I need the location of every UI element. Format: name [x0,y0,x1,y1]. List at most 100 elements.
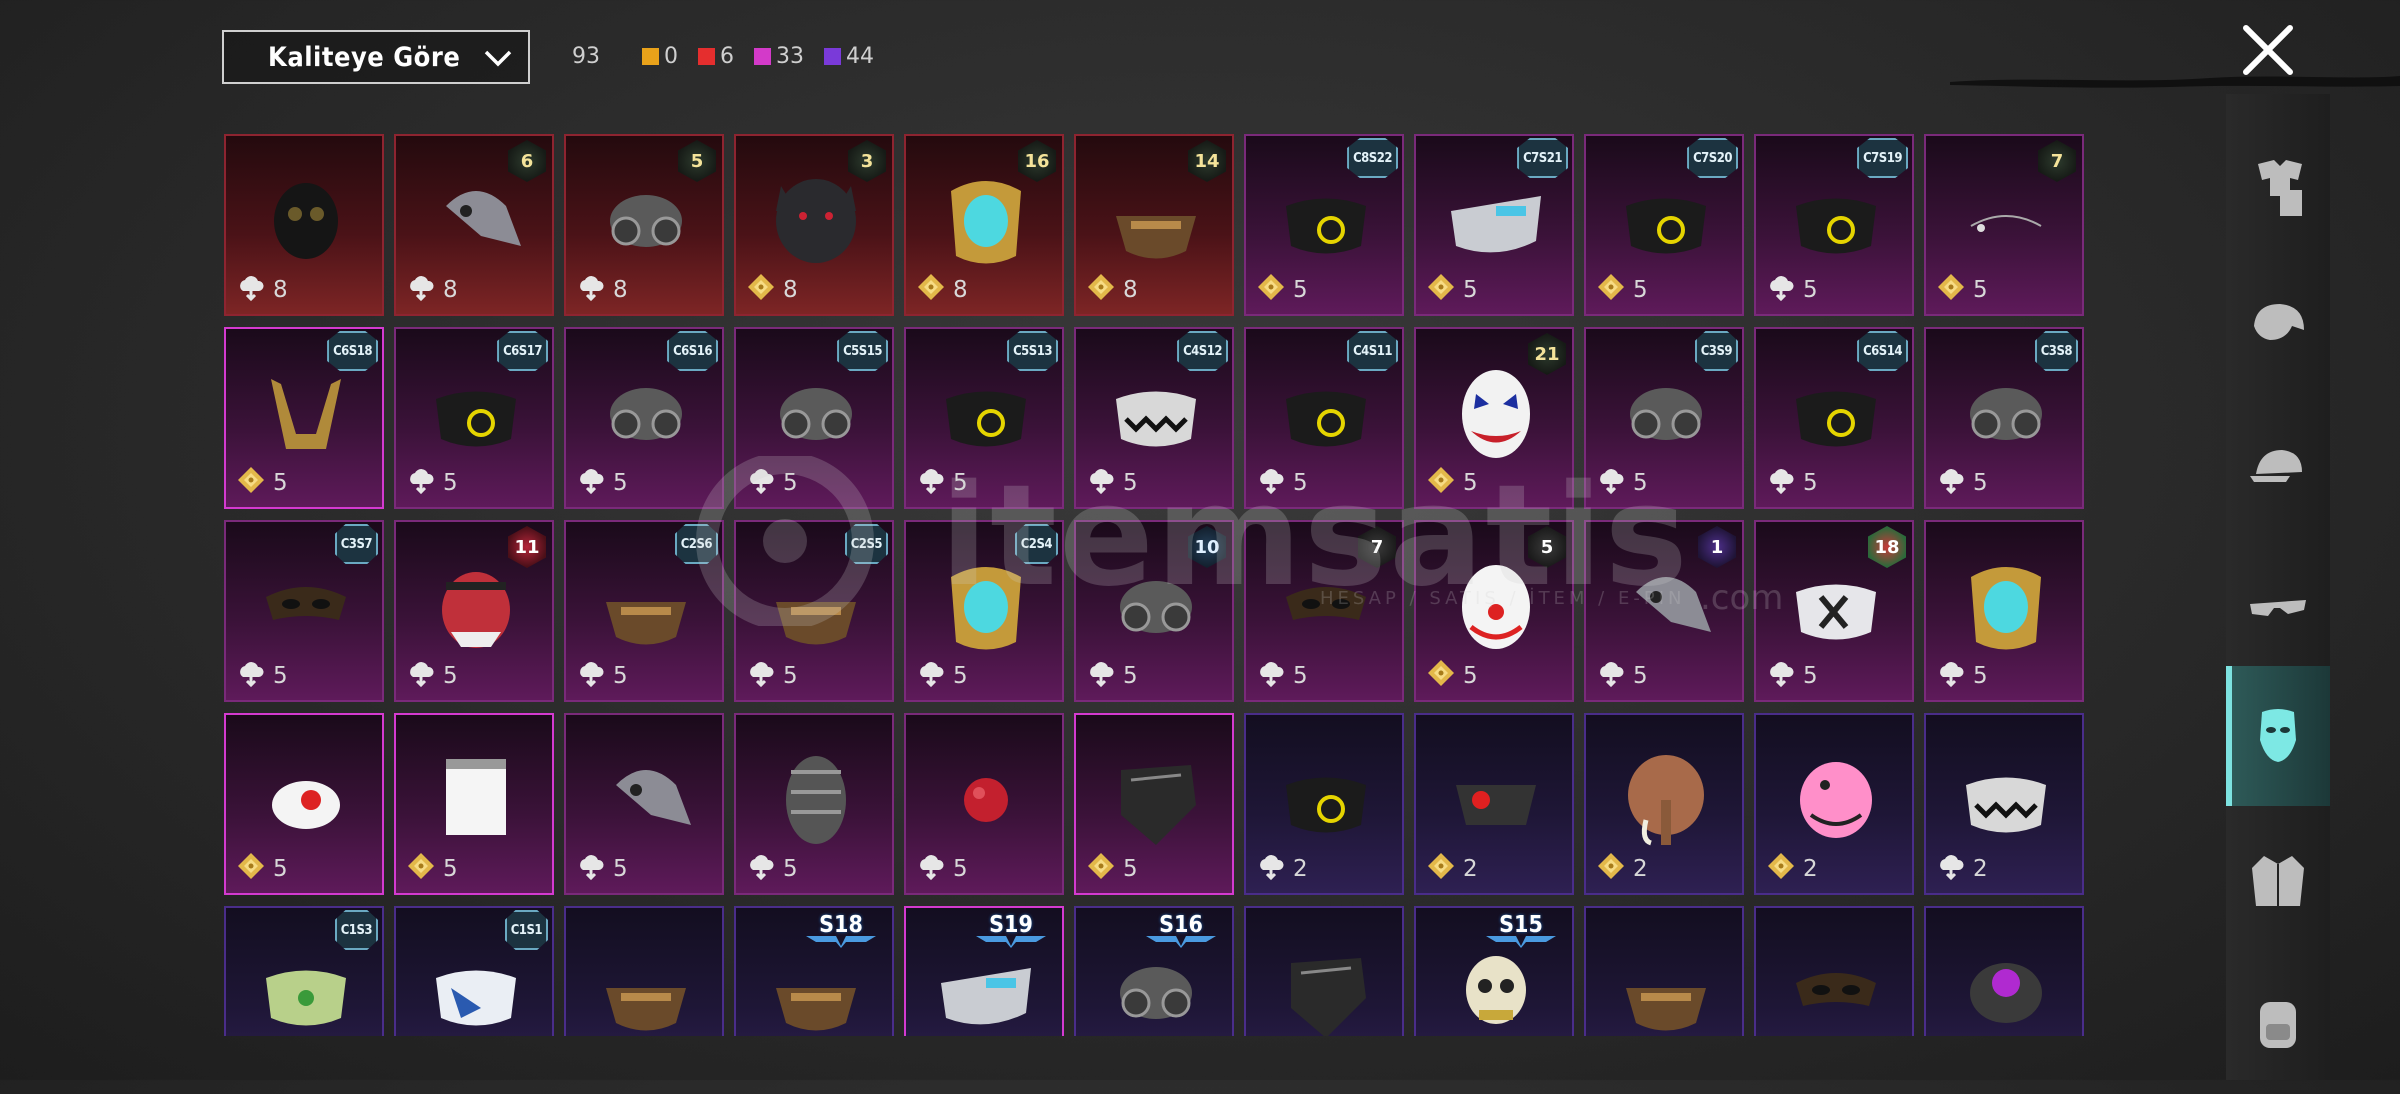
close-button[interactable] [2236,18,2300,82]
cloud-icon [1766,272,1796,308]
jacket-tab[interactable] [2226,814,2330,954]
diamond-icon [1426,851,1456,887]
item-card[interactable]: 38 [734,134,894,316]
face-mask-icon [946,391,1026,447]
item-card[interactable] [1584,906,1744,1036]
item-card[interactable]: 2 [1584,713,1744,895]
item-count: 5 [236,851,288,887]
chevron-down-icon [484,50,512,67]
item-card[interactable]: S19 [904,906,1064,1036]
item-card[interactable]: C3S8 5 [1924,327,2084,509]
backpack-tab[interactable] [2226,954,2330,1094]
gas-mask-icon [1970,388,2042,440]
season-badge: C2S6 [674,524,718,564]
item-card[interactable]: C4S12 5 [1074,327,1234,509]
item-count: 5 [406,851,458,887]
item-card[interactable]: C2S4 5 [904,520,1064,702]
item-card[interactable]: C1S3 [224,906,384,1036]
item-count-value: 5 [1293,663,1308,689]
item-card[interactable]: 18 5 [1754,520,1914,702]
item-card[interactable]: 58 [564,134,724,316]
category-sidebar [2226,94,2330,1080]
item-card[interactable]: 8 [224,134,384,316]
item-card[interactable]: 21 5 [1414,327,1574,509]
oni-mask-icon [442,572,510,648]
hat-tab[interactable] [2226,400,2330,540]
item-card[interactable]: 11 5 [394,520,554,702]
item-card[interactable]: 2 [1754,713,1914,895]
item-card[interactable]: 10 5 [1074,520,1234,702]
item-card[interactable]: 5 [904,713,1064,895]
item-count-value: 5 [443,470,458,496]
item-card[interactable]: 2 [1414,713,1574,895]
item-card[interactable]: C5S13 5 [904,327,1064,509]
item-card[interactable]: C7S20 5 [1584,134,1744,316]
item-count-value: 5 [1803,663,1818,689]
item-count-value: 5 [783,856,798,882]
item-card[interactable]: 14 8 [1074,134,1234,316]
item-card[interactable] [1924,906,2084,1036]
item-card[interactable] [1244,906,1404,1036]
item-count-value: 5 [953,470,968,496]
item-card[interactable]: 5 [1924,520,2084,702]
item-card[interactable]: C6S16 5 [564,327,724,509]
item-card[interactable]: 75 [1924,134,2084,316]
item-card[interactable]: C6S14 5 [1754,327,1914,509]
rarity-count-value: 44 [846,44,874,69]
item-card[interactable]: S18 [734,906,894,1036]
item-card[interactable]: C7S19 5 [1754,134,1914,316]
item-card[interactable]: C6S18 5 [224,327,384,509]
item-card[interactable]: 5 [224,713,384,895]
item-count: 5 [236,658,288,694]
item-card[interactable] [1754,906,1914,1036]
item-card[interactable]: C5S15 5 [734,327,894,509]
item-card[interactable]: 55 [1414,520,1574,702]
season-badge: C7S20 [1687,138,1738,178]
item-card[interactable]: C4S11 5 [1244,327,1404,509]
item-card[interactable]: C1S1 [394,906,554,1036]
item-card[interactable]: C3S7 5 [224,520,384,702]
cloud-icon [746,465,776,501]
item-card[interactable]: C8S22 5 [1244,134,1404,316]
item-card[interactable]: S16 [1074,906,1234,1036]
item-card[interactable]: C2S6 5 [564,520,724,702]
item-card[interactable]: C2S5 5 [734,520,894,702]
outfit-tab[interactable] [2226,120,2330,260]
plague-mask-icon [446,191,521,246]
diamond-icon [1936,272,1966,308]
item-count: 2 [1596,851,1648,887]
item-card[interactable]: 16 8 [904,134,1064,316]
item-card[interactable]: 2 [1244,713,1404,895]
item-card[interactable]: C3S9 5 [1584,327,1744,509]
face-mask-icon [1796,198,1876,254]
gas-mask-icon [1630,388,1702,440]
season-badge: C3S9 [1694,331,1738,371]
round-mask-icon [274,183,338,259]
item-card[interactable]: 68 [394,134,554,316]
season-badge: C3S7 [334,524,378,564]
item-card[interactable]: 75 [1244,520,1404,702]
item-card[interactable]: 5 [1074,713,1234,895]
item-card[interactable]: 5 [564,713,724,895]
headwear-tab[interactable] [2226,260,2330,400]
season-badge: C6S18 [327,331,378,371]
item-count: 2 [1426,851,1478,887]
item-count-value: 5 [273,470,288,496]
sort-dropdown[interactable]: Kaliteye Göre [222,30,530,84]
item-card[interactable]: S15 [1414,906,1574,1036]
item-card[interactable]: 15 [1584,520,1744,702]
item-card[interactable]: C6S17 5 [394,327,554,509]
item-card[interactable]: C7S21 5 [1414,134,1574,316]
item-card[interactable] [564,906,724,1036]
mask-tab[interactable] [2226,666,2330,806]
item-card[interactable]: 2 [1924,713,2084,895]
diamond-icon [1086,272,1116,308]
half-mask-icon [1626,988,1706,1031]
backpack-icon [2246,990,2310,1058]
item-count-value: 5 [783,470,798,496]
glasses-tab[interactable] [2226,540,2330,680]
item-card[interactable]: 5 [394,713,554,895]
gas-mask-icon [610,195,682,247]
masquerade-icon [1286,587,1366,620]
item-card[interactable]: 5 [734,713,894,895]
